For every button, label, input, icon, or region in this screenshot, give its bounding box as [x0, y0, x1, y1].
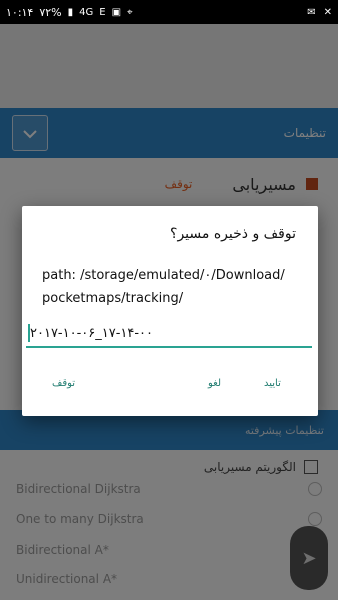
network-label: 4G [79, 6, 94, 18]
status-bar: ۱۰:۱۴ ۷۲% ▮ 4G E ▣ ⌖ ✉ ✕ [0, 0, 338, 24]
cancel-button[interactable]: لغو [208, 378, 221, 389]
dialog-path: path: /storage/emulated/۰/Download/ pock… [42, 264, 296, 310]
path-line-1: path: /storage/emulated/۰/Download/ [42, 268, 285, 283]
status-right-icons: ✉ ✕ [307, 7, 332, 18]
filename-value: ۲۰۱۷-۱۰-۰۶_۱۷-۱۴-۰۰ [30, 325, 154, 341]
location-icon: ⌖ [127, 6, 133, 18]
confirm-button[interactable]: تایید [264, 378, 281, 389]
battery-level: ۷۲% [39, 5, 62, 19]
mail-icon: ✉ [307, 6, 316, 18]
filename-input[interactable]: ۲۰۱۷-۱۰-۰۶_۱۷-۱۴-۰۰ [26, 320, 312, 348]
e-icon: E [99, 6, 106, 18]
dialog-actions: توقف لغو تایید [22, 374, 318, 396]
time: ۱۰:۱۴ [6, 5, 34, 19]
status-left-icons: ۱۰:۱۴ ۷۲% ▮ 4G E ▣ ⌖ [6, 6, 133, 19]
save-route-dialog: توقف و ذخیره مسیر؟ path: /storage/emulat… [22, 206, 318, 416]
stop-button[interactable]: توقف [52, 378, 75, 389]
signal-icon: ▮ [67, 6, 74, 18]
dialog-title: توقف و ذخیره مسیر؟ [170, 226, 296, 242]
close-icon: ✕ [323, 6, 332, 18]
doc-icon: ▣ [111, 6, 122, 18]
path-line-2: pocketmaps/tracking/ [42, 291, 184, 306]
